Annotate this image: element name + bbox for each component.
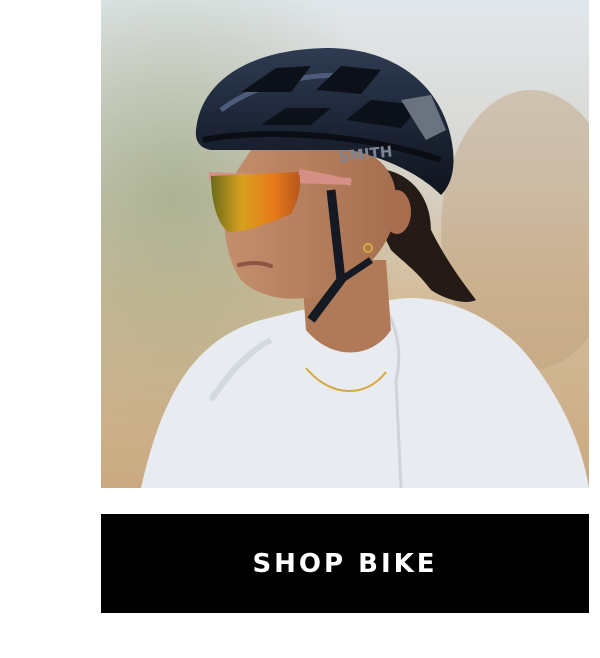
shop-bike-button[interactable]: SHOP BIKE [101,514,589,613]
hero-image[interactable]: SMITH [101,0,589,488]
email-banner: SMITH SHOP BIKE [0,0,600,658]
shop-bike-label: SHOP BIKE [252,548,438,579]
cyclist-helmet-photo: SMITH [101,0,589,488]
